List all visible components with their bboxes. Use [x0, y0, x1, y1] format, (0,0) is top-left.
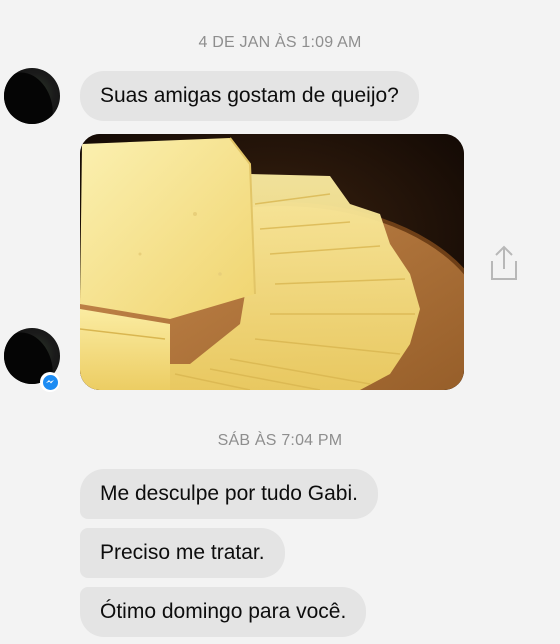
timestamp-mid: SÁB ÀS 7:04 PM [217, 432, 343, 449]
message-bubble[interactable]: Preciso me tratar. [80, 528, 285, 578]
cheese-photo[interactable] [80, 134, 464, 390]
avatar-redaction [4, 68, 59, 124]
messenger-badge-icon [40, 372, 60, 392]
message-bubble[interactable]: Ótimo domingo para você. [80, 587, 367, 637]
contact-avatar[interactable] [4, 68, 60, 124]
timestamp-top: 4 DE JAN ÀS 1:09 AM [198, 34, 362, 51]
message-bubble[interactable]: Suas amigas gostam de queijo? [80, 71, 419, 121]
message-bubble[interactable]: Me desculpe por tudo Gabi. [80, 469, 378, 519]
cheese-illustration [80, 134, 464, 390]
share-icon[interactable] [486, 243, 522, 283]
